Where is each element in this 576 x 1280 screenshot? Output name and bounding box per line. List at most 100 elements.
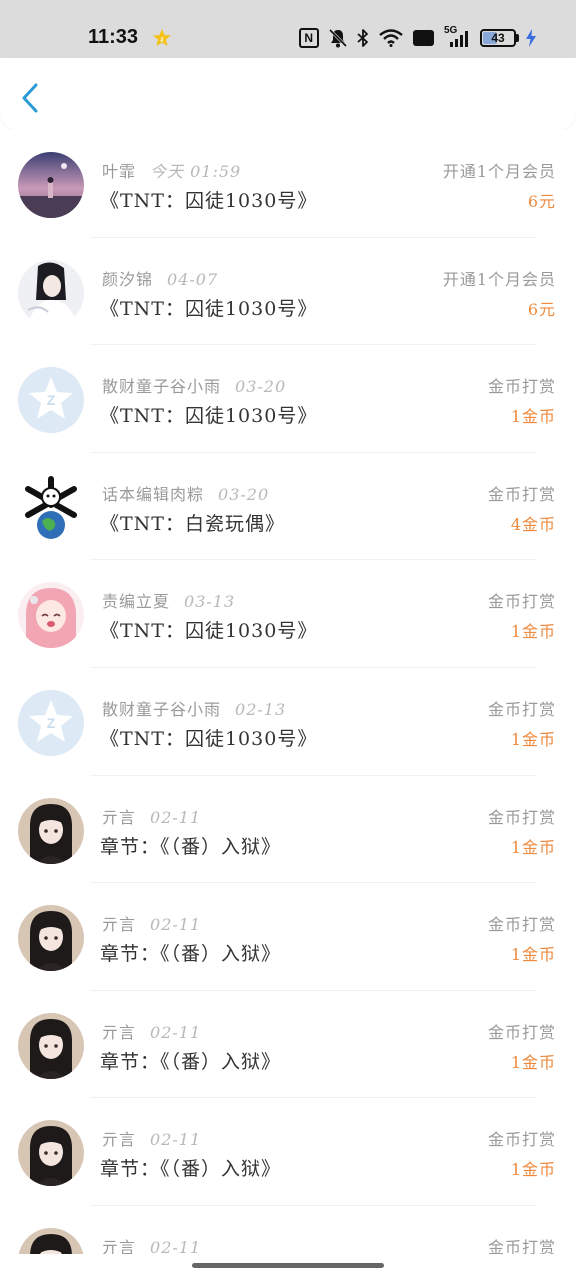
avatar[interactable]	[18, 474, 84, 541]
record-date: 03-13	[184, 592, 236, 612]
book-title: 《TNT：囚徒1030号》	[100, 620, 318, 643]
user-name-line: 亓言 02-11	[102, 1234, 201, 1254]
signal-5g-icon: 5G	[444, 25, 470, 49]
reward-amount: 1金币	[510, 945, 556, 965]
record-row[interactable]: 亓言 02-11 章节：《（番）入狱》 金币打赏 1金币	[0, 991, 576, 1099]
user-name: 亓言	[102, 1022, 137, 1042]
record-date: 04-07	[167, 269, 219, 289]
reward-amount: 1金币	[510, 1160, 556, 1180]
book-title: 章节：《（番）入狱》	[100, 1158, 282, 1181]
user-name-line: 亓言 02-11	[102, 911, 201, 935]
nfc-icon: N	[298, 28, 319, 48]
user-name-line: 叶霏 今天 01:59	[102, 158, 241, 182]
back-button[interactable]	[18, 82, 44, 114]
reward-type: 开通1个月会员	[442, 162, 556, 181]
book-title: 章节：《（番）入狱》	[100, 835, 282, 858]
user-name: 亓言	[102, 1130, 137, 1150]
avatar[interactable]	[18, 259, 84, 326]
reward-type: 金币打赏	[487, 699, 556, 719]
user-name-line: 亓言 02-11	[102, 1019, 201, 1043]
book-title: 《TNT：囚徒1030号》	[100, 297, 318, 320]
reward-amount: 6元	[527, 192, 556, 211]
avatar[interactable]: Z	[18, 689, 84, 756]
reward-type: 金币打赏	[487, 1237, 556, 1254]
record-row[interactable]: Z 散财童子谷小雨 03-20 《TNT：囚徒1030号》 金币打赏 1金币	[0, 345, 576, 453]
record-row[interactable]: Z 散财童子谷小雨 02-13 《TNT：囚徒1030号》 金币打赏 1金币	[0, 668, 576, 776]
avatar[interactable]	[18, 1227, 84, 1254]
avatar[interactable]	[18, 905, 84, 972]
book-title: 章节：《（番）入狱》	[100, 943, 282, 966]
reward-type: 金币打赏	[487, 377, 556, 397]
status-bar: 11:33 z N HD 5G 43	[0, 0, 576, 58]
user-name: 责编立夏	[102, 592, 171, 612]
battery-level: 43	[491, 31, 505, 45]
record-date: 03-20	[218, 484, 270, 504]
record-date: 今天 01:59	[150, 162, 242, 181]
user-name: 亓言	[102, 915, 137, 935]
reward-type: 开通1个月会员	[442, 269, 556, 289]
record-row[interactable]: 亓言 02-11 章节：《（番）入狱》 金币打赏 1金币	[0, 1098, 576, 1206]
record-date: 02-11	[150, 915, 202, 935]
reward-type: 金币打赏	[487, 1022, 556, 1042]
user-name-line: 责编立夏 03-13	[102, 588, 235, 612]
reward-amount: 1金币	[510, 729, 556, 749]
book-title: 章节：《（番）入狱》	[100, 1050, 282, 1073]
reward-amount: 1金币	[510, 407, 556, 427]
avatar[interactable]: Z	[18, 367, 84, 434]
user-name-line: 颜汐锦 04-07	[102, 266, 218, 290]
book-title: 《TNT：囚徒1030号》	[100, 405, 318, 428]
user-name: 散财童子谷小雨	[102, 377, 222, 397]
user-name-line: 亓言 02-11	[102, 1126, 201, 1150]
top-nav-bar	[0, 58, 576, 130]
avatar[interactable]	[18, 797, 84, 864]
user-name-line: 亓言 02-11	[102, 804, 201, 828]
battery-icon: 43	[480, 29, 519, 47]
user-name-line: 散财童子谷小雨 03-20	[102, 373, 286, 397]
avatar[interactable]	[18, 1120, 84, 1187]
reward-amount: 1金币	[510, 1052, 556, 1072]
user-name: 亓言	[102, 807, 137, 827]
record-date: 02-11	[150, 1130, 202, 1150]
user-name: 散财童子谷小雨	[102, 699, 222, 719]
reward-amount: 6元	[527, 299, 556, 319]
reward-record-list[interactable]: 叶霏 今天 01:59 《TNT：囚徒1030号》 开通1个月会员 6元 颜汐锦 04-07…	[0, 130, 576, 1254]
user-name-line: 散财童子谷小雨 02-13	[102, 696, 286, 720]
charging-icon	[526, 29, 536, 47]
user-name: 颜汐锦	[102, 269, 154, 289]
svg-text:Z: Z	[47, 392, 56, 408]
reward-type: 金币打赏	[487, 807, 556, 827]
reward-type: 金币打赏	[487, 1130, 556, 1150]
user-name: 话本编辑肉粽	[102, 484, 205, 504]
user-name: 叶霏	[102, 162, 137, 181]
record-row[interactable]: 亓言 02-11 金币打赏	[0, 1206, 576, 1254]
bluetooth-icon	[357, 28, 369, 48]
record-row[interactable]: 颜汐锦 04-07 《TNT：囚徒1030号》 开通1个月会员 6元	[0, 238, 576, 346]
avatar[interactable]	[18, 582, 84, 649]
record-date: 02-11	[150, 807, 202, 827]
record-date: 02-11	[150, 1022, 202, 1042]
status-time: 11:33	[88, 26, 139, 48]
reward-type: 金币打赏	[487, 915, 556, 935]
record-row[interactable]: 责编立夏 03-13 《TNT：囚徒1030号》 金币打赏 1金币	[0, 560, 576, 668]
record-row[interactable]: 亓言 02-11 章节：《（番）入狱》 金币打赏 1金币	[0, 883, 576, 991]
home-indicator[interactable]	[192, 1263, 384, 1268]
record-row[interactable]: 话本编辑肉粽 03-20 《TNT：白瓷玩偶》 金币打赏 4金币	[0, 453, 576, 561]
svg-text:Z: Z	[47, 715, 56, 731]
star-badge-icon: z	[152, 28, 172, 48]
avatar[interactable]	[18, 152, 84, 218]
status-icons: N HD 5G 43	[298, 25, 536, 50]
book-title: 《TNT：囚徒1030号》	[100, 190, 318, 212]
user-name: 亓言	[102, 1237, 137, 1254]
reward-amount: 4金币	[510, 514, 556, 534]
reward-amount: 1金币	[510, 622, 556, 642]
book-title: 《TNT：囚徒1030号》	[100, 727, 318, 750]
record-date: 02-11	[150, 1237, 202, 1254]
avatar[interactable]	[18, 1012, 84, 1079]
bell-muted-icon	[328, 28, 347, 48]
wifi-icon	[378, 29, 403, 47]
record-row[interactable]: 叶霏 今天 01:59 《TNT：囚徒1030号》 开通1个月会员 6元	[0, 130, 576, 238]
book-title: 《TNT：白瓷玩偶》	[100, 512, 285, 535]
record-row[interactable]: 亓言 02-11 章节：《（番）入狱》 金币打赏 1金币	[0, 776, 576, 884]
svg-text:z: z	[160, 37, 164, 44]
hd-icon: HD	[412, 30, 434, 46]
